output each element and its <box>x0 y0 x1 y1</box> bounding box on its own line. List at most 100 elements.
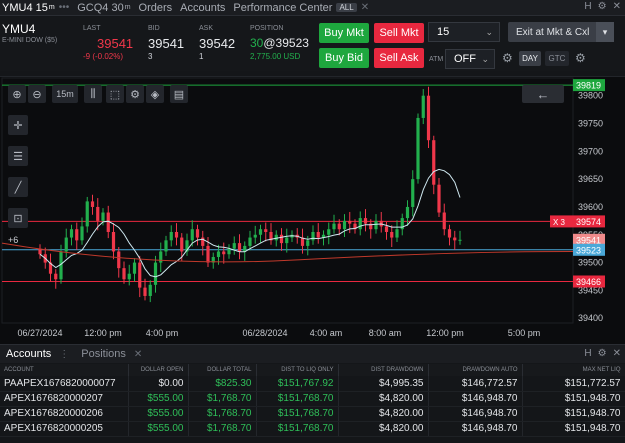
column-header[interactable]: DIST DRAWDOWN <box>338 364 429 376</box>
chevron-down-icon[interactable]: ▾ <box>596 22 614 42</box>
candle-body <box>216 251 221 258</box>
more-icon[interactable]: ••• <box>59 2 70 13</box>
candle-body <box>384 226 389 232</box>
table-cell: $146,772.57 <box>428 376 523 392</box>
settings-icon[interactable]: ⚙ <box>126 85 144 103</box>
atm-select[interactable]: OFF ⌄ <box>445 49 495 69</box>
close-icon[interactable]: ✕ <box>134 349 142 360</box>
chart-canvas[interactable]: 3980039750397003965039600395503950039450… <box>0 77 625 345</box>
candle-body <box>316 231 320 238</box>
price-chart[interactable]: 3980039750397003965039600395503950039450… <box>0 76 625 344</box>
candle-body <box>458 239 462 241</box>
x-tick-label: 12:00 pm <box>426 328 464 338</box>
close-icon[interactable]: ✕ <box>361 2 369 13</box>
exit-label: Exit at Mkt & Cxl <box>516 26 590 38</box>
zoom-in-icon[interactable]: ⊕ <box>8 85 26 103</box>
candle-body <box>248 237 252 246</box>
candle-body <box>111 231 116 252</box>
candle-body <box>363 218 368 224</box>
candle-body <box>90 201 95 207</box>
table-cell: $146,948.70 <box>428 391 523 407</box>
link-icon[interactable]: H <box>584 1 591 12</box>
marker-icon[interactable]: ◈ <box>146 85 164 103</box>
last-change: -9 (-0.02%) <box>83 52 124 61</box>
interval-button[interactable]: 15m <box>52 85 78 103</box>
column-header[interactable]: DIST TO LIQ ONLY <box>256 364 339 376</box>
tab-ymu4-chart[interactable]: YMU4 15 m ••• <box>0 0 75 16</box>
template-icon[interactable]: ▤ <box>170 85 188 103</box>
x-tick-label: 4:00 pm <box>146 328 179 338</box>
exit-at-market-button[interactable]: Exit at Mkt & Cxl ▾ <box>508 22 614 42</box>
settings-icon[interactable]: ⚙ <box>575 51 586 65</box>
tif-day-button[interactable]: DAY <box>519 51 541 66</box>
quantity-select[interactable]: 15 ⌄ <box>428 22 500 42</box>
link-icon[interactable]: H <box>584 348 591 359</box>
table-row[interactable]: APEX1676820000207 $555.00 $1,768.70 $151,76… <box>0 391 625 407</box>
x-tick-label: 12:00 pm <box>84 328 122 338</box>
column-header[interactable]: DOLLAR OPEN <box>128 364 189 376</box>
settings-icon[interactable]: ⚙ <box>502 51 513 65</box>
crosshair-icon[interactable]: ✛ <box>8 115 28 135</box>
table-cell: $151,768.70 <box>256 391 339 407</box>
table-cell: $1,768.70 <box>188 391 257 407</box>
table-row[interactable]: PAAPEX1676820000077 $0.00 $825.30 $151,767.… <box>0 376 625 392</box>
zoom-out-icon[interactable]: ⊖ <box>28 85 46 103</box>
candle-body <box>117 251 121 269</box>
column-header[interactable]: ACCOUNT <box>0 364 129 376</box>
table-row[interactable]: APEX1676820000205 $555.00 $1,768.70 $151,76… <box>0 421 625 437</box>
column-header[interactable]: MAX NET LIQ <box>522 364 625 376</box>
table-cell: APEX1676820000207 <box>0 391 129 407</box>
table-cell: $146,948.70 <box>428 421 523 437</box>
price-label: 39819 <box>576 81 601 91</box>
candle-body <box>153 262 158 285</box>
back-arrow-icon[interactable]: ← <box>522 85 564 103</box>
table-cell: $825.30 <box>188 376 257 392</box>
candlestick-icon[interactable]: ⫼ <box>84 85 102 103</box>
accounts-panel-tabs: Accounts ⋮ Positions ✕ H ⚙ ✕ <box>0 344 625 363</box>
candle-body <box>122 268 126 280</box>
position-label: POSITION <box>250 25 284 32</box>
buy-market-button[interactable]: Buy Mkt <box>319 23 369 43</box>
close-icon[interactable]: ✕ <box>613 1 621 12</box>
long-moving-average-line <box>1 242 574 263</box>
tab-performance-center[interactable]: Performance Center ALL ✕ <box>231 0 375 16</box>
column-header[interactable]: DOLLAR TOTAL <box>188 364 257 376</box>
candle-body <box>232 243 236 249</box>
candle-body <box>143 287 147 296</box>
tab-accounts[interactable]: Accounts <box>178 0 231 16</box>
table-cell: $151,767.92 <box>256 376 339 392</box>
lock-icon[interactable]: ⊡ <box>8 208 28 228</box>
candle-body <box>174 231 179 238</box>
buy-bid-button[interactable]: Buy Bid <box>319 48 369 68</box>
more-icon[interactable]: ⋮ <box>59 349 69 360</box>
column-header[interactable]: DRAWDOWN AUTO <box>428 364 523 376</box>
tab-gcq4-chart[interactable]: GCQ4 30 m <box>75 0 136 16</box>
tif-gtc-button[interactable]: GTC <box>545 51 569 66</box>
ask-label: ASK <box>199 25 214 32</box>
settings-icon[interactable]: ⚙ <box>598 348 607 359</box>
close-icon[interactable]: ✕ <box>613 348 621 359</box>
instrument-symbol[interactable]: YMU4 <box>2 22 35 36</box>
tab-label: GCQ4 30 <box>77 1 124 14</box>
candle-body <box>253 234 257 238</box>
table-cell: $1,768.70 <box>188 406 257 422</box>
tab-orders[interactable]: Orders <box>137 0 179 16</box>
y-tick-label: 39400 <box>578 313 603 323</box>
sell-ask-button[interactable]: Sell Ask <box>374 48 424 68</box>
bid-price: 39541 <box>148 36 185 51</box>
candle-body <box>348 220 352 224</box>
tab-positions-panel[interactable]: Positions ✕ <box>75 345 148 364</box>
candle-body <box>101 212 105 221</box>
table-cell: $1,768.70 <box>188 421 257 437</box>
candle-body <box>237 243 242 252</box>
settings-icon[interactable]: ⚙ <box>598 1 607 12</box>
draw-line-icon[interactable]: ╱ <box>8 177 28 197</box>
tab-accounts-panel[interactable]: Accounts ⋮ <box>0 345 75 364</box>
notes-icon[interactable]: ☰ <box>8 146 28 166</box>
atm-label: ATM <box>429 56 444 63</box>
bid-label: BID <box>148 25 160 32</box>
candle-body <box>195 229 200 238</box>
selection-icon[interactable]: ⬚ <box>106 85 124 103</box>
sell-market-button[interactable]: Sell Mkt <box>374 23 424 43</box>
table-row[interactable]: APEX1676820000206 $555.00 $1,768.70 $151,76… <box>0 406 625 422</box>
